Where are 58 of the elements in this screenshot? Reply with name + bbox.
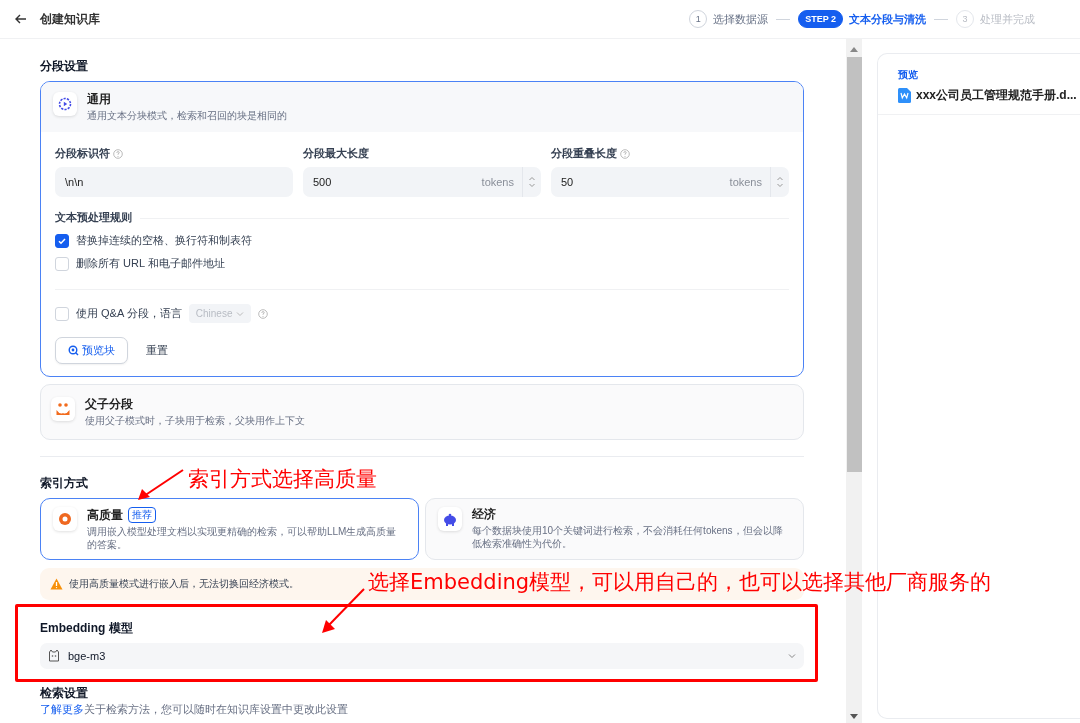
help-icon[interactable] xyxy=(620,148,630,159)
help-icon[interactable] xyxy=(113,148,123,159)
piggy-bank-icon xyxy=(442,512,458,526)
scroll-down-icon[interactable] xyxy=(850,714,858,719)
preview-button[interactable]: 预览块 xyxy=(55,337,128,364)
checkbox-label: 替换掉连续的空格、换行符和制表符 xyxy=(76,233,252,248)
option-description: 调用嵌入模型处理文档以实现更精确的检索，可以帮助LLM生成高质量的答案。 xyxy=(87,525,398,551)
high-quality-option[interactable]: 高质量 推荐 调用嵌入模型处理文档以实现更精确的检索，可以帮助LLM生成高质量的答案。 xyxy=(40,498,419,560)
model-select[interactable]: bge-m3 xyxy=(40,643,804,669)
warning-icon xyxy=(50,578,63,590)
option-name: 高质量 xyxy=(87,507,123,523)
document-icon xyxy=(898,88,911,103)
text-input[interactable]: \n\n xyxy=(55,167,293,197)
step-number: STEP 2 xyxy=(798,10,843,28)
field-label: 分段最大长度 xyxy=(303,146,369,161)
annotation-text: 选择Embedding模型，可以用自己的，也可以选择其他厂商服务的 xyxy=(368,569,992,596)
step-label: 处理并完成 xyxy=(980,11,1035,27)
economy-option[interactable]: 经济 每个数据块使用10个关键词进行检索，不会消耗任何tokens，但会以降低检索准确性为代价。 xyxy=(425,498,804,560)
mode-description: 使用父子模式时，子块用于检索，父块用作上下文 xyxy=(85,414,305,427)
field-label: 分段标识符 xyxy=(55,146,110,161)
text-input[interactable]: 50 tokens xyxy=(551,167,789,197)
chevron-down-icon xyxy=(236,310,245,317)
text-input[interactable]: 500 tokens xyxy=(303,167,541,197)
rules-title: 文本预处理规则 xyxy=(55,211,132,225)
option-name: 经济 xyxy=(472,507,496,522)
checkbox-label: 使用 Q&A 分段，语言 xyxy=(76,306,182,321)
mode-name: 通用 xyxy=(87,92,112,107)
page-title: 创建知识库 xyxy=(40,10,100,28)
annotation-text: 索引方式选择高质量 xyxy=(188,466,377,493)
option-description: 每个数据块使用10个关键词进行检索，不会消耗任何tokens，但会以降低检索准确性为代价。 xyxy=(472,524,784,550)
section-title: 检索设置 xyxy=(40,685,88,702)
checkbox[interactable] xyxy=(55,233,69,248)
chevron-down-icon xyxy=(788,653,796,659)
preview-label: 预览 xyxy=(898,68,919,82)
file-name: xxx公司员工管理规范手册.d... xyxy=(916,87,1077,104)
search-icon xyxy=(68,345,79,356)
mode-description: 通用文本分块模式，检索和召回的块是相同的 xyxy=(87,109,287,122)
parent-child-mode-card[interactable]: 父子分段 使用父子模式时，子块用于检索，父块用作上下文 xyxy=(40,384,804,440)
learn-more-link[interactable]: 了解更多 xyxy=(40,703,84,715)
reset-button[interactable]: 重置 xyxy=(134,337,180,364)
scroll-up-icon[interactable] xyxy=(850,47,858,52)
section-title: 分段设置 xyxy=(40,58,88,75)
back-arrow-icon[interactable] xyxy=(15,14,27,24)
annotation-arrow xyxy=(320,587,366,635)
field-label: Embedding 模型 xyxy=(40,620,134,637)
mode-name: 父子分段 xyxy=(85,397,134,412)
section-title: 索引方式 xyxy=(40,475,88,492)
help-icon[interactable] xyxy=(258,308,269,319)
retrieval-description: 关于检索方法，您可以随时在知识库设置中更改此设置 xyxy=(84,703,348,715)
warning-text: 使用高质量模式进行嵌入后，无法切换回经济模式。 xyxy=(69,577,299,591)
bear-icon xyxy=(48,649,60,663)
checkbox-label: 删除所有 URL 和电子邮件地址 xyxy=(76,256,225,271)
step-label: 文本分段与清洗 xyxy=(849,11,926,27)
field-label: 分段重叠长度 xyxy=(551,146,617,161)
recommended-badge: 推荐 xyxy=(128,507,156,523)
step-label: 选择数据源 xyxy=(713,11,769,27)
annotation-arrow xyxy=(136,468,186,502)
general-mode-card[interactable]: 通用 通用文本分块模式，检索和召回的块是相同的 分段标识符 \n\n 分段最大长度 500 tokens 分段重叠长度 50 tokens 文本预处理规则 替换掉连续的空格、换行符和制表符 删除所有 URL 和电子邮件地址 使用 Q&A 分段，语言 Chinese 预览块 重置 xyxy=(40,81,804,377)
